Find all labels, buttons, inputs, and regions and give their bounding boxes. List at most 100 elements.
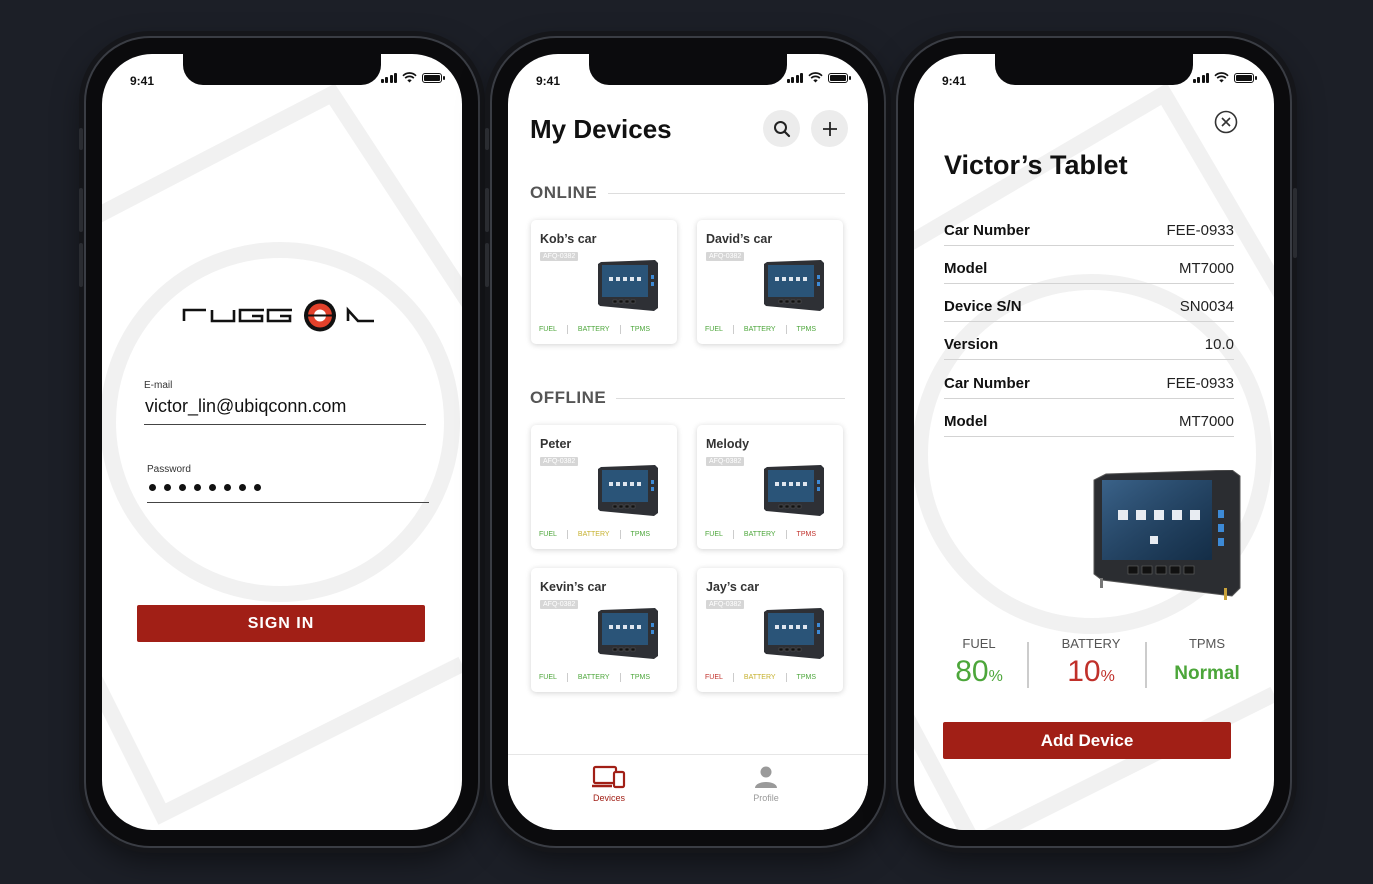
tablet-thumbnail — [597, 608, 659, 665]
divider — [566, 673, 568, 682]
wifi-icon — [402, 72, 417, 83]
status-fuel: FUEL — [539, 674, 557, 681]
device-tag: AFQ-0382 — [540, 457, 579, 466]
device-tag: AFQ-0382 — [706, 457, 745, 466]
devices-screen: 9:41 My Devices ONLINE Kob’s car AFQ-0382… — [508, 54, 868, 830]
row-label: Car Number — [944, 222, 1030, 239]
metric-value: Normal — [1162, 663, 1252, 685]
device-status-row: FUEL BATTERY TPMS — [539, 530, 650, 539]
password-label: Password — [147, 464, 191, 475]
metric-number: 80 — [955, 655, 989, 688]
password-dot — [254, 484, 261, 491]
profile-icon — [755, 766, 777, 788]
status-tpms: TPMS — [796, 531, 816, 538]
email-field[interactable]: victor_lin@ubiqconn.com — [145, 396, 346, 417]
row-label: Version — [944, 336, 999, 353]
row-value: MT7000 — [1178, 413, 1234, 430]
divider — [619, 673, 621, 682]
divider — [566, 530, 568, 539]
divider — [944, 359, 1234, 360]
wifi-icon — [808, 72, 823, 83]
password-dot — [239, 484, 246, 491]
divider — [944, 436, 1234, 437]
row-value: MT7000 — [1178, 260, 1234, 277]
search-button[interactable] — [763, 110, 800, 147]
row-value: FEE-0933 — [1166, 375, 1234, 392]
divider — [608, 193, 845, 194]
ruggon-logo — [182, 294, 378, 337]
device-name: Jay’s car — [706, 580, 760, 594]
status-icons — [380, 72, 445, 83]
device-card[interactable]: Jay’s car AFQ-0382 FUEL BATTERY TPMS — [697, 568, 843, 692]
tab-devices[interactable]: Devices — [569, 765, 649, 803]
tablet-thumbnail — [597, 260, 659, 317]
password-dot — [224, 484, 231, 491]
notch — [589, 54, 787, 85]
password-dot — [179, 484, 186, 491]
password-dot — [164, 484, 171, 491]
device-card[interactable]: David’s car AFQ-0382 FUEL BATTERY TPMS — [697, 220, 843, 344]
divider — [785, 673, 787, 682]
divider — [619, 325, 621, 334]
row-label: Model — [944, 413, 988, 430]
password-dot — [209, 484, 216, 491]
device-status-row: FUEL BATTERY TPMS — [539, 673, 650, 682]
divider — [566, 325, 568, 334]
device-card[interactable]: Melody AFQ-0382 FUEL BATTERY TPMS — [697, 425, 843, 549]
metric-number: 10 — [1067, 655, 1101, 688]
divider — [944, 245, 1234, 246]
notch — [995, 54, 1193, 85]
email-underline — [144, 424, 426, 425]
metric-battery: BATTERY 10% — [1046, 636, 1136, 689]
signal-icon — [380, 72, 397, 83]
tablet-thumbnail — [763, 608, 825, 665]
section-online: ONLINE — [530, 183, 598, 202]
password-field[interactable] — [149, 484, 261, 491]
status-battery: BATTERY — [577, 326, 610, 333]
divider — [616, 398, 845, 399]
signal-icon — [1192, 72, 1209, 83]
device-name: Melody — [706, 437, 750, 451]
device-status-row: FUEL BATTERY TPMS — [539, 325, 650, 334]
metric-label: TPMS — [1188, 636, 1226, 651]
close-circle-icon[interactable] — [1214, 110, 1238, 134]
signal-icon — [786, 72, 803, 83]
tab-profile-label: Profile — [753, 793, 779, 803]
row-value: SN0034 — [1179, 298, 1234, 315]
detail-screen: 9:41 Victor’s Tablet Car Number FEE-0933 M… — [914, 54, 1274, 830]
device-card[interactable]: Peter AFQ-0382 FUEL BATTERY TPMS — [531, 425, 677, 549]
tablet-image — [1092, 469, 1242, 607]
notch — [183, 54, 381, 85]
add-device-button[interactable]: Add Device — [943, 722, 1231, 759]
devices-phone: 9:41 My Devices ONLINE Kob’s car AFQ-0382… — [485, 36, 886, 848]
plus-icon — [822, 121, 837, 136]
search-icon — [773, 120, 790, 137]
divider — [1145, 642, 1147, 688]
divider — [732, 530, 734, 539]
device-tag: AFQ-0382 — [540, 252, 579, 261]
status-battery: BATTERY — [577, 674, 610, 681]
metric-label: FUEL — [962, 636, 996, 651]
tab-bar: Devices Profile — [508, 754, 868, 830]
tab-profile[interactable]: Profile — [726, 765, 806, 803]
status-time: 9:41 — [942, 74, 967, 88]
metric-unit: % — [988, 668, 1003, 685]
status-tpms: TPMS — [630, 531, 650, 538]
battery-icon — [422, 72, 445, 83]
section-offline: OFFLINE — [530, 388, 607, 407]
metric-value: 80% — [934, 655, 1024, 689]
tab-devices-label: Devices — [592, 793, 625, 803]
device-card[interactable]: Kob’s car AFQ-0382 FUEL BATTERY TPMS — [531, 220, 677, 344]
metric-tpms: TPMS Normal — [1162, 636, 1252, 685]
status-tpms: TPMS — [630, 674, 650, 681]
device-status-row: FUEL BATTERY TPMS — [705, 530, 816, 539]
device-name: Kevin’s car — [540, 580, 607, 594]
device-card[interactable]: Kevin’s car AFQ-0382 FUEL BATTERY TPMS — [531, 568, 677, 692]
divider — [944, 283, 1234, 284]
status-battery: BATTERY — [743, 531, 776, 538]
sign-in-button[interactable]: SIGN IN — [137, 605, 425, 642]
status-fuel: FUEL — [539, 531, 557, 538]
add-device-button[interactable] — [811, 110, 848, 147]
row-label: Model — [944, 260, 988, 277]
metric-fuel: FUEL 80% — [934, 636, 1024, 689]
